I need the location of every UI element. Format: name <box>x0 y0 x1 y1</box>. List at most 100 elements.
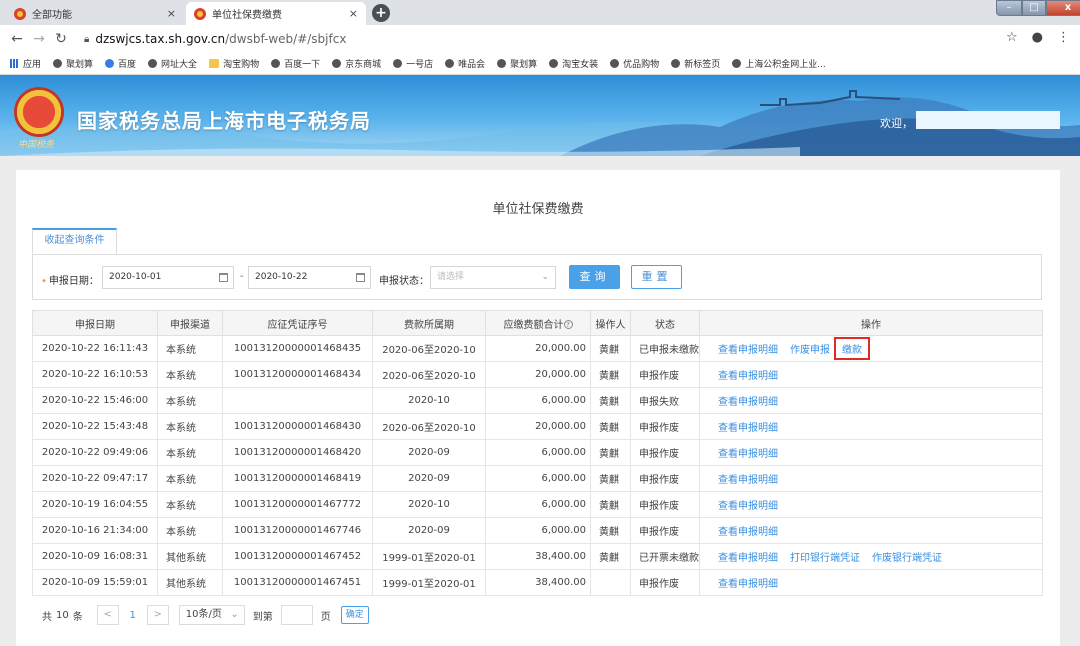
minimize-button[interactable]: – <box>996 0 1022 16</box>
reset-button[interactable]: 重置 <box>631 265 682 289</box>
bookmark-item[interactable]: 应用 <box>10 57 41 70</box>
bookmark-label: 网址大全 <box>161 60 198 70</box>
cell-operator <box>590 569 631 596</box>
bookmark-item[interactable]: 上海公积金网上业... <box>732 57 826 70</box>
bookmark-item[interactable]: 淘宝女装 <box>549 57 598 70</box>
cell-voucher: 10013120000001468434 <box>222 361 373 388</box>
back-arrow-icon[interactable]: ← <box>6 31 28 47</box>
table-row: 2020-10-22 09:49:06 本系统 100131200000014684… <box>32 439 1043 466</box>
bookmark-item[interactable]: 百度一下 <box>271 57 320 70</box>
status-select[interactable]: 请选择 ⌄ <box>430 266 556 289</box>
bookmark-item[interactable]: 网址大全 <box>148 57 197 70</box>
column-header-actions: 操作 <box>699 310 1043 336</box>
table-row: 2020-10-22 16:10:53 本系统 100131200000014684… <box>32 361 1043 388</box>
view-details-link[interactable]: 查看申报明细 <box>718 497 778 512</box>
date-from-value: 2020-10-01 <box>109 272 162 282</box>
toggle-filter-tab[interactable]: 收起查询条件 <box>32 228 117 254</box>
view-details-link[interactable]: 查看申报明细 <box>718 393 778 408</box>
bookmark-item[interactable]: 优品购物 <box>610 57 659 70</box>
maximize-button[interactable]: □ <box>1022 0 1046 16</box>
bookmark-star-icon[interactable]: ☆ <box>1006 30 1018 45</box>
void-bank-voucher-link[interactable]: 作废银行端凭证 <box>872 549 942 564</box>
profile-icon[interactable]: ● <box>1032 30 1043 45</box>
new-tab-button[interactable]: + <box>372 4 390 22</box>
view-details-link[interactable]: 查看申报明细 <box>718 575 778 590</box>
cell-date: 2020-10-22 16:11:43 <box>32 335 158 362</box>
prev-page-button[interactable]: < <box>96 605 119 625</box>
goto-confirm-button[interactable]: 确定 <box>340 606 369 624</box>
bookmark-item[interactable]: 百度 <box>105 57 136 70</box>
globe-icon <box>332 59 342 68</box>
cell-date: 2020-10-22 09:49:06 <box>32 439 158 466</box>
menu-dots-icon[interactable]: ⋮ <box>1057 30 1070 45</box>
cell-operator: 黄麒 <box>590 465 631 492</box>
required-dot-icon: • <box>41 276 47 287</box>
globe-icon <box>497 59 507 68</box>
window-close-button[interactable]: x <box>1046 0 1080 16</box>
username-redacted <box>916 111 1060 129</box>
cell-status: 申报失败 <box>630 387 700 414</box>
tab-title: 全部功能 <box>32 10 72 21</box>
chevron-down-icon: ⌄ <box>230 609 239 620</box>
date-to-input[interactable]: 2020-10-22 <box>248 266 371 289</box>
payment-records-table: 申报日期 申报渠道 应征凭证序号 费款所属期 应缴费额合计? 操作人 状态 操作… <box>32 310 1043 596</box>
bookmark-label: 优品购物 <box>623 60 660 70</box>
view-details-link[interactable]: 查看申报明细 <box>718 419 778 434</box>
cell-amount: 38,400.00 <box>485 543 591 570</box>
globe-icon <box>732 59 742 68</box>
bookmark-item[interactable]: 聚划算 <box>53 57 93 70</box>
cell-status: 申报作废 <box>630 465 700 492</box>
browser-tab-all-functions[interactable]: 全部功能 × <box>6 2 184 25</box>
goto-page-input[interactable] <box>280 605 313 625</box>
print-bank-voucher-link[interactable]: 打印银行端凭证 <box>790 549 860 564</box>
browser-tab-social-security[interactable]: 单位社保费缴费 × <box>186 2 366 25</box>
window-controls: – □ x <box>996 0 1080 16</box>
view-details-link[interactable]: 查看申报明细 <box>718 341 778 356</box>
current-page-number[interactable]: 1 <box>119 610 147 621</box>
cell-period: 2020-06至2020-10 <box>372 335 486 362</box>
cell-operator: 黄麒 <box>590 517 631 544</box>
calendar-icon[interactable] <box>356 273 365 282</box>
view-details-link[interactable]: 查看申报明细 <box>718 549 778 564</box>
cell-operator: 黄麒 <box>590 491 631 518</box>
goto-label: 到第 <box>252 611 273 623</box>
column-header-date: 申报日期 <box>32 310 158 336</box>
lock-icon[interactable]: 🔒︎ <box>84 34 89 45</box>
view-details-link[interactable]: 查看申报明细 <box>718 445 778 460</box>
cell-status: 申报作废 <box>630 439 700 466</box>
view-details-link[interactable]: 查看申报明细 <box>718 367 778 382</box>
calendar-icon[interactable] <box>219 273 228 282</box>
cell-operator: 黄麒 <box>590 335 631 362</box>
view-details-link[interactable]: 查看申报明细 <box>718 523 778 538</box>
bookmark-item[interactable]: 淘宝购物 <box>209 57 259 70</box>
cell-status: 申报作废 <box>630 491 700 518</box>
tax-emblem-logo <box>14 87 64 137</box>
cell-actions: 查看申报明细 打印银行端凭证 作废银行端凭证 <box>699 543 1043 570</box>
bookmark-item[interactable]: 新标签页 <box>671 57 720 70</box>
next-page-button[interactable]: > <box>146 605 169 625</box>
help-icon[interactable]: ? <box>563 319 573 329</box>
cell-status: 申报作废 <box>630 569 700 596</box>
site-title: 国家税务总局上海市电子税务局 <box>77 109 371 133</box>
cell-amount: 20,000.00 <box>485 335 591 362</box>
bookmark-item[interactable]: 京东商城 <box>332 57 381 70</box>
void-declaration-link[interactable]: 作废申报 <box>790 341 830 356</box>
query-button[interactable]: 查询 <box>569 265 620 289</box>
bookmark-item[interactable]: 聚划算 <box>497 57 537 70</box>
view-details-link[interactable]: 查看申报明细 <box>718 471 778 486</box>
close-icon[interactable]: × <box>349 7 358 20</box>
date-from-input[interactable]: 2020-10-01 <box>102 266 234 289</box>
pay-link[interactable]: 缴款 <box>834 337 870 360</box>
close-icon[interactable]: × <box>167 7 176 20</box>
cell-channel: 本系统 <box>157 439 223 466</box>
url-field[interactable]: dzswjcs.tax.sh.gov.cn/dwsbf-web/#/sbjfcx <box>95 32 346 46</box>
column-header-operator: 操作人 <box>590 310 631 336</box>
cell-amount: 38,400.00 <box>485 569 591 596</box>
bookmark-item[interactable]: 一号店 <box>393 57 433 70</box>
page-title: 单位社保费缴费 <box>492 202 584 217</box>
forward-arrow-icon[interactable]: → <box>28 31 50 47</box>
reload-icon[interactable]: ↻ <box>50 31 72 47</box>
page-size-select[interactable]: 10条/页 ⌄ <box>178 605 245 625</box>
bookmark-item[interactable]: 唯品会 <box>445 57 485 70</box>
cell-date: 2020-10-19 16:04:55 <box>32 491 158 518</box>
